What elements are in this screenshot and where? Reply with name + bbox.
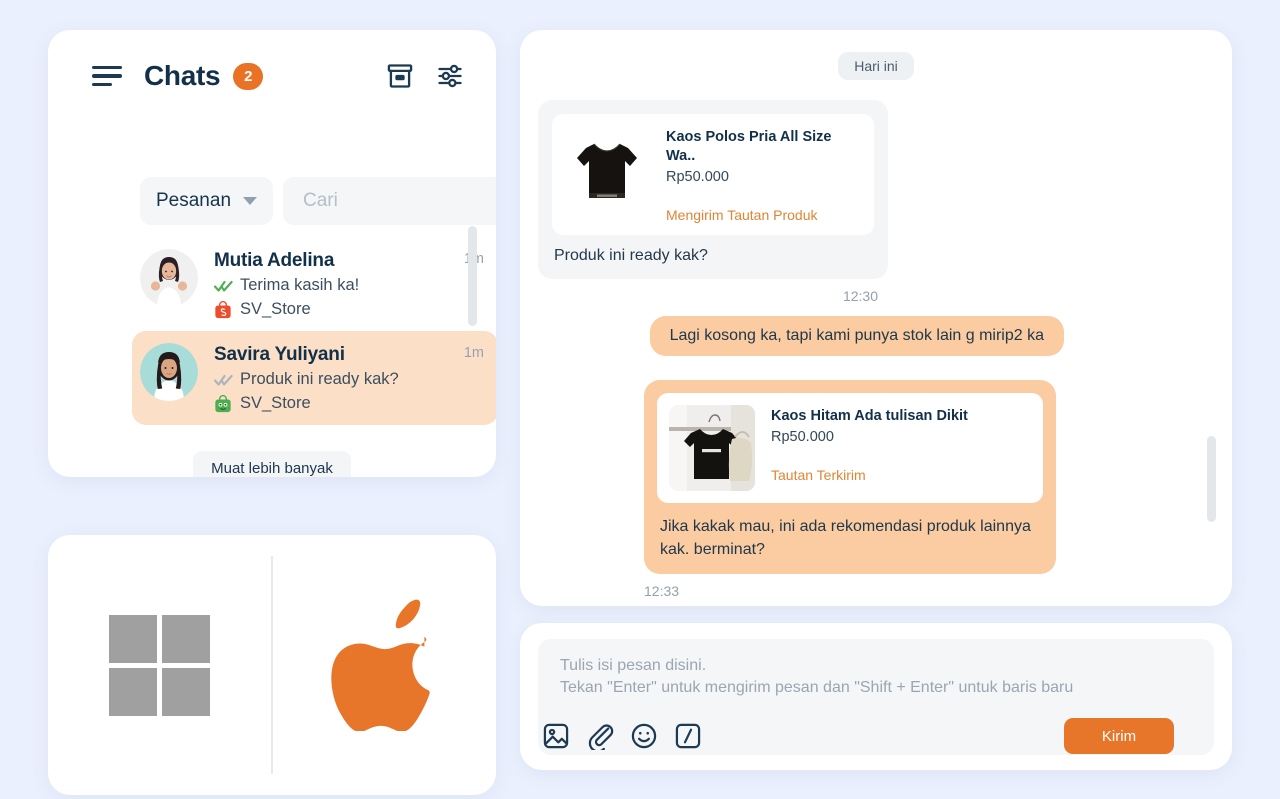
composer-placeholder-line1: Tulis isi pesan disini. (560, 657, 1192, 675)
avatar (140, 249, 198, 307)
order-filter-dropdown[interactable]: Pesanan (140, 177, 273, 225)
product-info: Kaos Polos Pria All Size Wa.. Rp50.000 M… (666, 126, 862, 223)
composer-card: Tulis isi pesan disini. Tekan "Enter" un… (520, 623, 1232, 770)
load-more-wrapper: Muat lebih banyak (48, 451, 496, 477)
message-incoming: Kaos Polos Pria All Size Wa.. Rp50.000 M… (538, 100, 888, 304)
chat-store-row: SV_Store (214, 394, 456, 413)
tokopedia-bag-icon (214, 395, 232, 413)
apple-logo-icon[interactable] (330, 599, 440, 731)
product-link-status: Tautan Terkirim (771, 467, 1031, 483)
archive-box-icon[interactable] (386, 62, 414, 90)
apple-logo-slot (273, 599, 496, 731)
message-text: Jika kakak mau, ini ada rekomendasi prod… (657, 515, 1043, 561)
messages-scrollbar[interactable] (1207, 436, 1216, 522)
product-title: Kaos Hitam Ada tulisan Dikit (771, 407, 1031, 426)
outgoing-bubble: Kaos Hitam Ada tulisan Dikit Rp50.000 Ta… (644, 380, 1056, 574)
search-field-wrapper[interactable] (283, 177, 496, 225)
sliders-filter-icon[interactable] (436, 62, 464, 90)
chat-list-item-savira-yuliyani[interactable]: Savira Yuliyani Produk ini ready kak? (132, 331, 496, 425)
header-actions (386, 62, 464, 90)
message-timestamp: 12:33 (644, 583, 1056, 599)
chat-store-name: SV_Store (240, 394, 311, 413)
product-price: Rp50.000 (666, 169, 862, 185)
chat-item-list: Mutia Adelina Terima kasih ka! (132, 237, 496, 425)
slash-command-icon[interactable] (674, 722, 702, 750)
chat-preview-row: Produk ini ready kak? (214, 370, 456, 389)
os-panel-inner (48, 556, 496, 774)
chat-list-header: Chats 2 (48, 30, 496, 122)
composer-placeholder-line2: Tekan "Enter" untuk mengirim pesan dan "… (560, 679, 1192, 697)
send-button[interactable]: Kirim (1064, 718, 1174, 754)
date-divider-wrapper: Hari ini (520, 52, 1232, 80)
chat-store-name: SV_Store (240, 300, 311, 319)
product-thumbnail (564, 126, 650, 212)
product-info: Kaos Hitam Ada tulisan Dikit Rp50.000 Ta… (771, 405, 1031, 483)
date-divider-badge: Hari ini (838, 52, 914, 80)
composer-toolbar: Kirim (542, 711, 1174, 761)
chat-item-body: Mutia Adelina Terima kasih ka! (214, 249, 456, 319)
chat-store-row: SV_Store (214, 300, 456, 319)
avatar (140, 343, 198, 401)
windows-logo-icon[interactable] (109, 615, 210, 716)
message-outgoing-product: Kaos Hitam Ada tulisan Dikit Rp50.000 Ta… (644, 380, 1056, 599)
search-input[interactable] (303, 190, 496, 212)
chat-timestamp: 1m (464, 343, 484, 361)
product-thumbnail (669, 405, 755, 491)
chat-contact-name: Savira Yuliyani (214, 344, 456, 366)
messages-card: Hari ini Kaos Polos Pr (520, 30, 1232, 606)
chevron-down-icon (243, 197, 257, 205)
left-column: Chats 2 Pesanan (48, 30, 496, 770)
unread-count-badge: 2 (233, 63, 263, 90)
image-icon[interactable] (542, 722, 570, 750)
order-filter-label: Pesanan (156, 190, 231, 212)
product-card[interactable]: Kaos Polos Pria All Size Wa.. Rp50.000 M… (552, 114, 874, 235)
chat-preview-text: Terima kasih ka! (240, 276, 359, 295)
message-text: Produk ini ready kak? (552, 247, 874, 265)
os-panel (48, 535, 496, 795)
emoji-smiley-icon[interactable] (630, 722, 658, 750)
chat-list-scrollbar[interactable] (468, 226, 477, 326)
filter-row: Pesanan (140, 177, 496, 225)
chat-preview-row: Terima kasih ka! (214, 276, 456, 295)
chat-item-body: Savira Yuliyani Produk ini ready kak? (214, 343, 456, 413)
windows-logo-slot (48, 615, 271, 716)
product-card[interactable]: Kaos Hitam Ada tulisan Dikit Rp50.000 Ta… (657, 393, 1043, 503)
double-check-icon (214, 279, 233, 293)
double-check-icon (214, 373, 233, 387)
shopee-bag-icon (214, 301, 232, 319)
chat-contact-name: Mutia Adelina (214, 250, 456, 272)
chat-list-panel: Chats 2 Pesanan (48, 30, 496, 477)
chat-list-item-mutia-adelina[interactable]: Mutia Adelina Terima kasih ka! (132, 237, 496, 331)
message-outgoing-text: Lagi kosong ka, tapi kami punya stok lai… (650, 316, 1064, 356)
product-link-status: Mengirim Tautan Produk (666, 207, 862, 223)
chat-preview-text: Produk ini ready kak? (240, 370, 399, 389)
conversation-panel: Hari ini Kaos Polos Pr (520, 30, 1232, 770)
paperclip-icon[interactable] (586, 722, 614, 750)
hamburger-menu-icon[interactable] (92, 66, 122, 86)
product-price: Rp50.000 (771, 429, 1031, 445)
page-title: Chats (144, 60, 220, 92)
load-more-button[interactable]: Muat lebih banyak (193, 451, 351, 477)
message-timestamp: 12:30 (538, 288, 888, 304)
incoming-bubble: Kaos Polos Pria All Size Wa.. Rp50.000 M… (538, 100, 888, 279)
product-title: Kaos Polos Pria All Size Wa.. (666, 128, 862, 166)
